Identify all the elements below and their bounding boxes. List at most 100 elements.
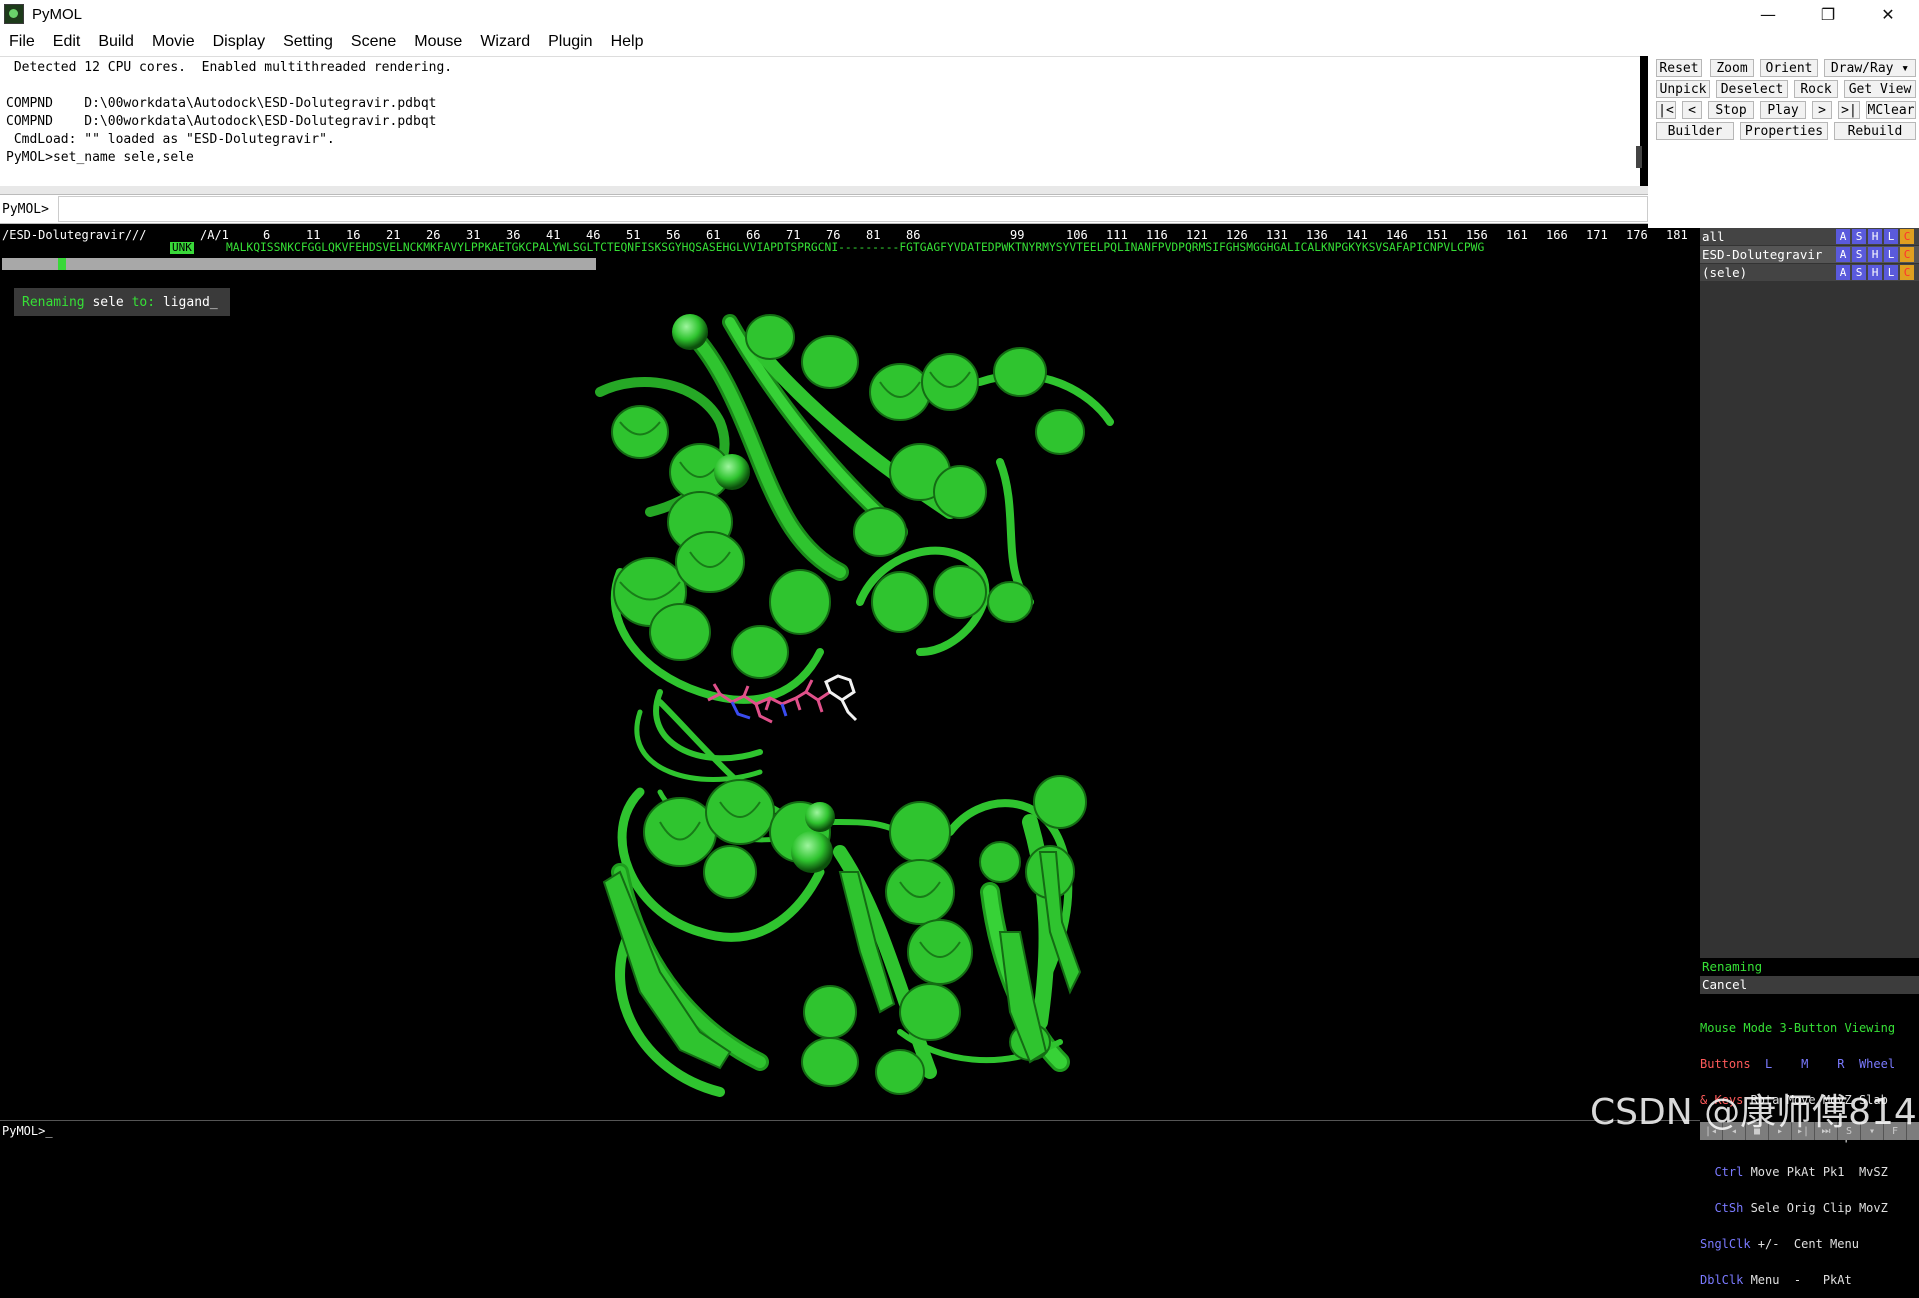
wizard-cancel-button[interactable]: Cancel <box>1700 976 1919 994</box>
object-action-button[interactable]: C <box>1900 247 1914 262</box>
command-input[interactable] <box>58 196 1648 222</box>
output-line: CmdLoad: "" loaded as "ESD-Dolutegravir"… <box>6 132 335 147</box>
object-panel <box>1700 228 1919 958</box>
end-button[interactable]: >| <box>1838 101 1860 119</box>
menu-build[interactable]: Build <box>89 33 143 51</box>
menu-file[interactable]: File <box>0 33 44 51</box>
orient-button[interactable]: Orient <box>1760 59 1818 77</box>
properties-button[interactable]: Properties <box>1740 122 1828 140</box>
object-action-button[interactable]: L <box>1884 229 1898 244</box>
command-line: PyMOL> <box>0 194 1648 224</box>
object-row[interactable]: ESD-Dolutegravir A S H L C <box>1700 246 1919 263</box>
sequence-number: 99 <box>1010 228 1025 242</box>
sequence-number: 126 <box>1226 228 1248 242</box>
sequence-unk-residue[interactable]: UNK <box>170 242 194 254</box>
object-action-button[interactable]: H <box>1868 247 1882 262</box>
play-button[interactable]: Play <box>1760 101 1806 119</box>
output-scrollbar[interactable] <box>1636 146 1642 168</box>
back-button[interactable]: < <box>1682 101 1702 119</box>
object-name[interactable]: all <box>1702 228 1725 245</box>
sequence-number: 81 <box>866 228 881 242</box>
pymol-app-icon <box>4 4 24 24</box>
ligand-sticks <box>707 674 858 724</box>
output-log: Detected 12 CPU cores. Enabled multithre… <box>0 56 1640 186</box>
atom-sphere <box>714 454 750 490</box>
output-line: Detected 12 CPU cores. Enabled multithre… <box>6 60 453 75</box>
maximize-button[interactable]: ❐ <box>1800 0 1856 28</box>
rewind-button[interactable]: |< <box>1656 101 1676 119</box>
object-action-button[interactable]: S <box>1852 265 1866 280</box>
wizard-title: Renaming <box>1700 958 1919 976</box>
zoom-button[interactable]: Zoom <box>1710 59 1754 77</box>
mclear-button[interactable]: MClear <box>1866 101 1916 119</box>
sequence-number: 41 <box>546 228 561 242</box>
viewport-prompt[interactable]: PyMOL>_ <box>0 1120 1700 1140</box>
menu-wizard[interactable]: Wizard <box>471 33 539 51</box>
sequence-number: 136 <box>1306 228 1328 242</box>
get-view-button[interactable]: Get View <box>1844 80 1916 98</box>
sequence-scrollbar[interactable] <box>2 258 596 270</box>
sequence-scroll-knob[interactable] <box>58 258 66 270</box>
sequence-residues[interactable]: MALKQISSNKCFGGLQKVFEHDSVELNCKMKFAVYLPPKA… <box>226 242 1484 254</box>
object-action-button[interactable]: H <box>1868 265 1882 280</box>
draw-ray-button[interactable]: Draw/Ray ▾ <box>1824 59 1916 77</box>
mouse-key: Ctrl <box>1700 1165 1744 1179</box>
sequence-number: 51 <box>626 228 641 242</box>
object-action-button[interactable]: S <box>1852 247 1866 262</box>
object-name[interactable]: (sele) <box>1702 264 1747 281</box>
object-name[interactable]: ESD-Dolutegravir <box>1702 246 1822 263</box>
sequence-number: 151 <box>1426 228 1448 242</box>
rebuild-button[interactable]: Rebuild <box>1834 122 1916 140</box>
unpick-button[interactable]: Unpick <box>1656 80 1710 98</box>
object-action-button[interactable]: H <box>1868 229 1882 244</box>
sequence-number: 31 <box>466 228 481 242</box>
atom-sphere <box>672 314 708 350</box>
menu-movie[interactable]: Movie <box>143 33 204 51</box>
object-action-button[interactable]: A <box>1836 247 1850 262</box>
deselect-button[interactable]: Deselect <box>1716 80 1788 98</box>
menu-display[interactable]: Display <box>204 33 274 51</box>
sequence-number: 76 <box>826 228 841 242</box>
object-action-button[interactable]: L <box>1884 247 1898 262</box>
close-button[interactable]: ✕ <box>1860 0 1916 28</box>
prompt-word: ligand_ <box>162 294 218 310</box>
object-action-button[interactable]: C <box>1900 229 1914 244</box>
output-line: COMPND D:\00workdata\Autodock\ESD-Dolute… <box>6 96 437 111</box>
menu-mouse[interactable]: Mouse <box>405 33 471 51</box>
object-action-button[interactable]: S <box>1852 229 1866 244</box>
sequence-number: 106 <box>1066 228 1088 242</box>
menu-help[interactable]: Help <box>602 33 653 51</box>
object-action-button[interactable]: C <box>1900 265 1914 280</box>
menu-plugin[interactable]: Plugin <box>539 33 601 51</box>
atom-sphere <box>791 831 833 873</box>
sequence-number: 121 <box>1186 228 1208 242</box>
sequence-number: 171 <box>1586 228 1608 242</box>
sequence-number: 146 <box>1386 228 1408 242</box>
forward-button[interactable]: > <box>1812 101 1832 119</box>
window-title: PyMOL <box>32 5 83 23</box>
rock-button[interactable]: Rock <box>1794 80 1838 98</box>
sequence-number: 26 <box>426 228 441 242</box>
sequence-number: 46 <box>586 228 601 242</box>
menu-edit[interactable]: Edit <box>44 33 90 51</box>
mouse-buttons-header: L M R Wheel <box>1750 1057 1896 1071</box>
sequence-number: 6 <box>263 228 271 242</box>
menu-scene[interactable]: Scene <box>342 33 405 51</box>
menu-setting[interactable]: Setting <box>274 33 342 51</box>
object-action-button[interactable]: A <box>1836 265 1850 280</box>
object-action-button[interactable]: A <box>1836 229 1850 244</box>
output-line: COMPND D:\00workdata\Autodock\ESD-Dolute… <box>6 114 437 129</box>
title-bar: PyMOL — ❐ ✕ <box>0 0 1919 28</box>
minimize-button[interactable]: — <box>1740 0 1796 28</box>
object-action-button[interactable]: L <box>1884 265 1898 280</box>
command-prompt: PyMOL> <box>2 201 49 217</box>
object-row[interactable]: all A S H L C <box>1700 228 1919 245</box>
divider <box>0 186 1648 194</box>
stop-button[interactable]: Stop <box>1708 101 1754 119</box>
builder-button[interactable]: Builder <box>1656 122 1734 140</box>
reset-button[interactable]: Reset <box>1656 59 1702 77</box>
object-row[interactable]: (sele) A S H L C <box>1700 264 1919 281</box>
mouse-mode-info: Mouse Mode 3-Button Viewing Buttons L M … <box>1700 998 1895 1298</box>
sequence-number: 181 <box>1666 228 1688 242</box>
3d-viewport[interactable] <box>0 272 1700 1120</box>
